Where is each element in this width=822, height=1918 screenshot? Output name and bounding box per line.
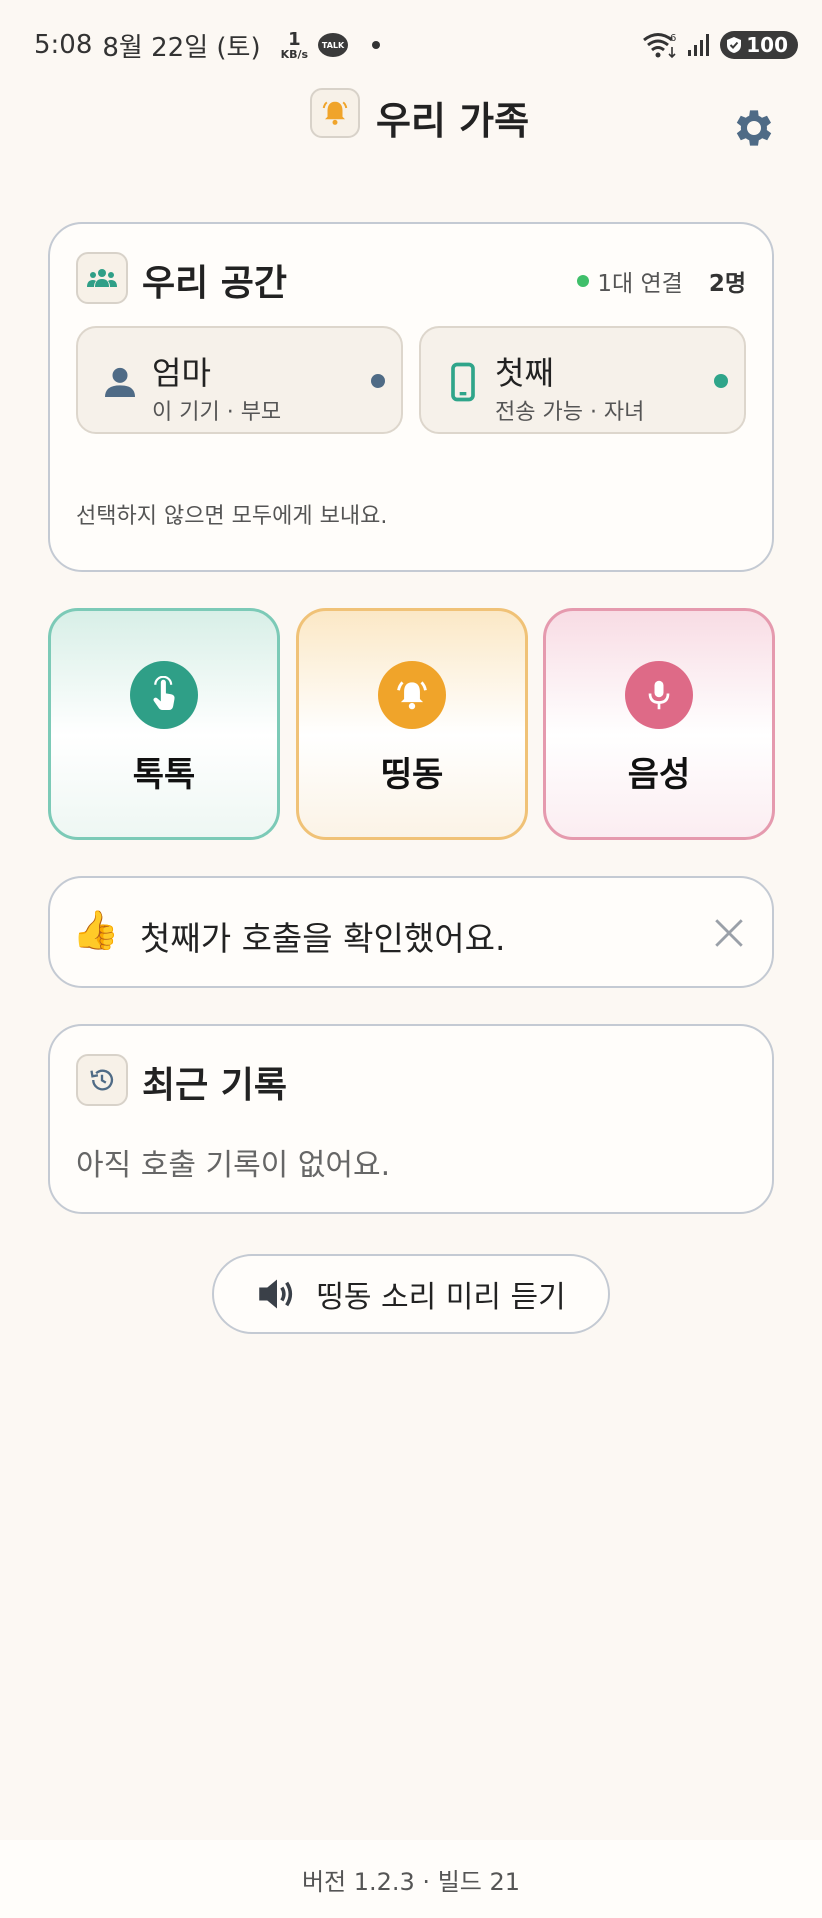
svg-text:6: 6 (670, 33, 676, 44)
gear-icon (736, 110, 772, 146)
version-text: 버전 1.2.3 · 빌드 21 (301, 1867, 521, 1896)
preview-sound-button[interactable]: 띵동 소리 미리 듣기 (212, 1254, 610, 1334)
talk-notification-icon: TALK (318, 33, 349, 57)
member-count: 2명 (708, 271, 746, 297)
action-label: 음성 (627, 755, 691, 795)
shield-icon (727, 37, 742, 53)
status-time: 5:08 (34, 30, 93, 60)
connection-status: 1대 연결 2명 (577, 264, 746, 298)
tap-hand-icon-circle (130, 661, 198, 729)
status-bar: 5:08 8월 22일 (토) 1 KB/s TALK 6 100 (0, 0, 822, 90)
thumbs-up-icon: 👍 (72, 908, 120, 952)
member-subtitle: 이 기기 · 부모 (152, 400, 282, 425)
microphone-icon-circle (625, 661, 693, 729)
ding-dong-button[interactable]: 띵동 (296, 608, 528, 840)
wifi-icon: 6 (643, 33, 677, 59)
space-note: 선택하지 않으면 모두에게 보내요. (76, 504, 388, 529)
notice-message: 첫째가 호출을 확인했어요. (140, 919, 506, 958)
page-title: 우리 가족 (376, 99, 530, 143)
member-name: 엄마 (152, 354, 211, 392)
family-space-card: 우리 공간 1대 연결 2명 엄마 이 기기 · 부모 첫째 전송 가능 · 자… (48, 222, 774, 572)
bell-icon (322, 101, 348, 125)
online-dot (577, 275, 590, 287)
speaker-icon (259, 1279, 293, 1309)
signal-icon (688, 34, 710, 56)
voice-button[interactable]: 음성 (543, 608, 775, 840)
action-label: 띵동 (380, 755, 444, 795)
member-status-dot (371, 374, 385, 388)
app-logo (310, 88, 360, 138)
app-header: 우리 가족 (0, 84, 822, 148)
person-icon (105, 367, 135, 397)
member-status-dot (714, 374, 728, 388)
member-subtitle: 전송 가능 · 자녀 (495, 400, 645, 425)
action-label: 톡톡 (132, 755, 196, 795)
close-icon[interactable] (712, 916, 746, 950)
history-icon (90, 1069, 114, 1091)
member-card-mom[interactable]: 엄마 이 기기 · 부모 (76, 326, 403, 434)
bell-ring-icon (397, 681, 427, 710)
space-title: 우리 공간 (142, 263, 288, 304)
group-icon-box (76, 252, 128, 304)
network-speed: 1 KB/s (280, 28, 309, 61)
member-card-first-child[interactable]: 첫째 전송 가능 · 자녀 (419, 326, 746, 434)
recent-empty-text: 아직 호출 기록이 없어요. (76, 1148, 391, 1183)
acknowledgement-notice: 👍 첫째가 호출을 확인했어요. (48, 876, 774, 988)
settings-button[interactable] (730, 104, 778, 152)
phone-icon (451, 362, 475, 402)
recent-title: 최근 기록 (142, 1065, 288, 1106)
tok-tok-button[interactable]: 톡톡 (48, 608, 280, 840)
microphone-icon (648, 680, 670, 710)
version-footer: 버전 1.2.3 · 빌드 21 (0, 1840, 822, 1918)
more-notifications-dot (372, 41, 381, 49)
battery-indicator: 100 (720, 31, 798, 59)
tap-hand-icon (153, 676, 175, 711)
status-date: 8월 22일 (토) (102, 32, 261, 63)
preview-label: 띵동 소리 미리 듣기 (316, 1280, 566, 1315)
bell-ring-icon-circle (378, 661, 446, 729)
group-icon (87, 269, 117, 287)
recent-history-card: 최근 기록 아직 호출 기록이 없어요. (48, 1024, 774, 1214)
history-icon-box (76, 1054, 128, 1106)
member-name: 첫째 (495, 354, 554, 392)
